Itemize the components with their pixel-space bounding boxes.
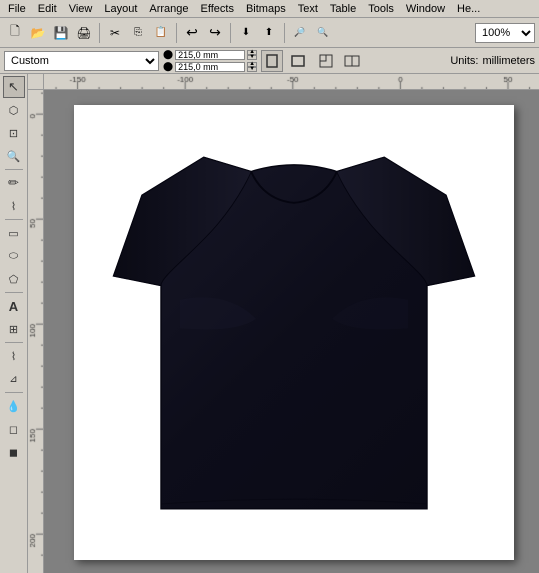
edit-tools: ✂ ⎘ 📋	[104, 22, 172, 44]
freehand-tool[interactable]: ✏	[3, 172, 25, 194]
tool-sep1	[5, 169, 23, 170]
width-spinner: ▲ ▼	[247, 50, 257, 60]
menu-bitmaps[interactable]: Bitmaps	[240, 2, 292, 16]
cut-button[interactable]: ✂	[104, 22, 126, 44]
zoom-select[interactable]: 100%	[475, 23, 535, 43]
canvas-with-vruler	[28, 90, 539, 573]
export-button[interactable]: ⬆	[258, 22, 280, 44]
outline-tool[interactable]: ◻	[3, 418, 25, 440]
paste-button[interactable]: 📋	[150, 22, 172, 44]
import-export-tools: ⬇ ⬆	[235, 22, 280, 44]
polygon-tool[interactable]: ⬠	[3, 268, 25, 290]
ruler-row	[28, 74, 539, 90]
page-options-button[interactable]	[315, 50, 337, 72]
page-layout-button[interactable]	[341, 50, 363, 72]
menu-table[interactable]: Table	[324, 2, 362, 16]
ellipse-tool[interactable]: ⬭	[3, 245, 25, 267]
undo-tools: ↩ ↪	[181, 22, 226, 44]
main-area: ↖ ⬡ ⊡ 🔍 ✏ ⌇ ▭ ⬭ ⬠ A ⊞ ⌇ ⊿ 💧 ◻ ◼	[0, 74, 539, 573]
dimension-tool[interactable]: ⊿	[3, 368, 25, 390]
width-row: ⬤ ▲ ▼	[163, 49, 257, 60]
canvas-page	[74, 105, 514, 560]
canvas-scroll[interactable]	[44, 90, 539, 573]
tool-sep5	[5, 392, 23, 393]
menu-edit[interactable]: Edit	[32, 2, 63, 16]
height-down[interactable]: ▼	[247, 67, 257, 72]
crop-tool[interactable]: ⊡	[3, 122, 25, 144]
canvas-area	[28, 74, 539, 573]
zoom-tool[interactable]: 🔍	[3, 145, 25, 167]
menu-tools[interactable]: Tools	[362, 2, 400, 16]
print-button[interactable]: 🖨	[73, 22, 95, 44]
menu-file[interactable]: File	[2, 2, 32, 16]
tshirt-svg	[104, 128, 484, 538]
menu-bar: File Edit View Layout Arrange Effects Bi…	[0, 0, 539, 18]
height-input[interactable]	[175, 62, 245, 72]
menu-window[interactable]: Window	[400, 2, 451, 16]
text-tool[interactable]: A	[3, 295, 25, 317]
h-ruler-canvas	[44, 74, 539, 90]
units-label: Units:	[450, 55, 478, 67]
new-button[interactable]: 🗋	[4, 22, 26, 44]
property-bar: Custom ⬤ ▲ ▼ ⬤ ▲ ▼ Units: milli	[0, 48, 539, 74]
dimension-inputs: ⬤ ▲ ▼ ⬤ ▲ ▼	[163, 49, 257, 72]
shape-tool[interactable]: ⬡	[3, 99, 25, 121]
redo-button[interactable]: ↪	[204, 22, 226, 44]
sep2	[176, 23, 177, 43]
landscape-button[interactable]	[287, 50, 309, 72]
tool-sep3	[5, 292, 23, 293]
save-button[interactable]: 💾	[50, 22, 72, 44]
menu-view[interactable]: View	[63, 2, 99, 16]
open-button[interactable]: 📂	[27, 22, 49, 44]
preset-select[interactable]: Custom	[4, 51, 159, 71]
toolbox: ↖ ⬡ ⊡ 🔍 ✏ ⌇ ▭ ⬭ ⬠ A ⊞ ⌇ ⊿ 💧 ◻ ◼	[0, 74, 28, 573]
undo-button[interactable]: ↩	[181, 22, 203, 44]
width-input[interactable]	[175, 50, 245, 60]
menu-arrange[interactable]: Arrange	[143, 2, 194, 16]
menu-effects[interactable]: Effects	[195, 2, 240, 16]
ruler-corner	[28, 74, 44, 90]
sep4	[284, 23, 285, 43]
menu-layout[interactable]: Layout	[98, 2, 143, 16]
tool-sep2	[5, 219, 23, 220]
width-down[interactable]: ▼	[247, 55, 257, 60]
menu-text[interactable]: Text	[292, 2, 324, 16]
menu-help[interactable]: He...	[451, 2, 486, 16]
portrait-button[interactable]	[261, 50, 283, 72]
import-button[interactable]: ⬇	[235, 22, 257, 44]
eyedropper-tool[interactable]: 💧	[3, 395, 25, 417]
zoom-in-button[interactable]: 🔎	[289, 22, 311, 44]
sep3	[230, 23, 231, 43]
width-icon: ⬤	[163, 49, 173, 60]
smart-fill-tool[interactable]: ⌇	[3, 195, 25, 217]
rectangle-tool[interactable]: ▭	[3, 222, 25, 244]
table-tool[interactable]: ⊞	[3, 318, 25, 340]
h-ruler	[44, 74, 539, 90]
file-tools: 🗋 📂 💾 🖨	[4, 22, 95, 44]
v-ruler	[28, 90, 44, 573]
units-value: millimeters	[482, 55, 535, 67]
zoom-control: 100%	[475, 23, 535, 43]
zoom-out-button[interactable]: 🔍	[312, 22, 334, 44]
main-toolbar: 🗋 📂 💾 🖨 ✂ ⎘ 📋 ↩ ↪ ⬇ ⬆ 🔎 🔍 100%	[0, 18, 539, 48]
select-tool[interactable]: ↖	[3, 76, 25, 98]
height-icon: ⬤	[163, 61, 173, 72]
view-tools: 🔎 🔍	[289, 22, 334, 44]
copy-button[interactable]: ⎘	[127, 22, 149, 44]
connector-tool[interactable]: ⌇	[3, 345, 25, 367]
height-spinner: ▲ ▼	[247, 62, 257, 72]
tool-sep4	[5, 342, 23, 343]
tshirt-container	[94, 118, 494, 548]
sep1	[99, 23, 100, 43]
height-row: ⬤ ▲ ▼	[163, 61, 257, 72]
v-ruler-canvas	[28, 90, 44, 573]
fill-tool[interactable]: ◼	[3, 441, 25, 463]
